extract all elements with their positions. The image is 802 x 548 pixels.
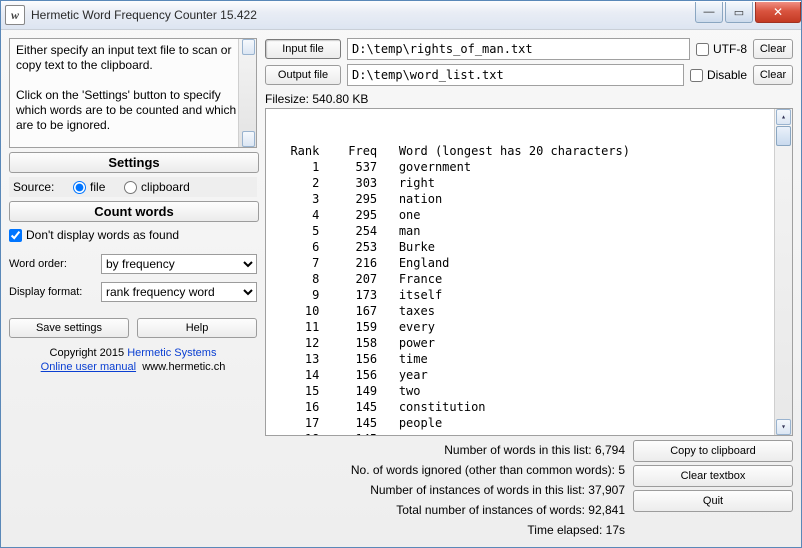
- titlebar[interactable]: w Hermetic Word Frequency Counter 15.422…: [1, 1, 801, 30]
- copy-clipboard-button[interactable]: Copy to clipboard: [633, 440, 793, 462]
- output-file-button[interactable]: Output file: [265, 65, 341, 85]
- close-button[interactable]: ✕: [755, 2, 801, 23]
- left-footer: Copyright 2015 Hermetic Systems Online u…: [9, 346, 257, 374]
- source-file-radio-input[interactable]: [73, 181, 86, 194]
- source-clipboard-radio-input[interactable]: [124, 181, 137, 194]
- clear-output-button[interactable]: Clear: [753, 65, 793, 85]
- display-format-label: Display format:: [9, 286, 95, 298]
- action-buttons: Copy to clipboard Clear textbox Quit: [633, 440, 793, 540]
- clear-input-button[interactable]: Clear: [753, 39, 793, 59]
- clear-textbox-button[interactable]: Clear textbox: [633, 465, 793, 487]
- output-scrollbar[interactable]: ▴ ▾: [774, 109, 792, 435]
- scroll-up-icon[interactable]: ▴: [776, 109, 791, 125]
- info-textbox[interactable]: Either specify an input text file to sca…: [9, 38, 257, 148]
- help-button[interactable]: Help: [137, 318, 257, 338]
- source-panel: Source: file clipboard: [9, 177, 257, 197]
- display-format-select[interactable]: rank frequency word: [101, 282, 257, 302]
- word-order-label: Word order:: [9, 258, 95, 270]
- info-text-1: Either specify an input text file to sca…: [16, 43, 231, 72]
- stat-word-count: Number of words in this list: 6,794: [265, 440, 625, 460]
- right-column: Input file UTF-8 Clear Output file Disab…: [265, 38, 793, 540]
- word-order-select[interactable]: by frequency: [101, 254, 257, 274]
- output-content: Rank Freq Word (longest has 20 character…: [266, 137, 792, 436]
- scroll-thumb[interactable]: [776, 126, 791, 146]
- minimize-button[interactable]: —: [695, 2, 723, 23]
- info-text-2: Click on the 'Settings' button to specif…: [16, 88, 236, 132]
- source-file-radio[interactable]: file: [73, 180, 105, 194]
- site-text: www.hermetic.ch: [142, 361, 225, 373]
- maximize-button[interactable]: ▭: [725, 2, 753, 23]
- company-link[interactable]: Hermetic Systems: [127, 347, 216, 359]
- stat-elapsed: Time elapsed: 17s: [265, 520, 625, 540]
- stats-labels: Number of words in this list: 6,794 No. …: [265, 440, 625, 540]
- input-path-field[interactable]: [347, 38, 690, 60]
- settings-button[interactable]: Settings: [9, 152, 259, 173]
- utf8-checkbox[interactable]: UTF-8: [696, 42, 747, 56]
- app-window: w Hermetic Word Frequency Counter 15.422…: [0, 0, 802, 548]
- output-path-field[interactable]: [347, 64, 684, 86]
- disable-checkbox[interactable]: Disable: [690, 68, 747, 82]
- stats-row: Number of words in this list: 6,794 No. …: [265, 440, 793, 540]
- stat-ignored: No. of words ignored (other than common …: [265, 460, 625, 480]
- quit-button[interactable]: Quit: [633, 490, 793, 512]
- source-clipboard-radio[interactable]: clipboard: [124, 180, 190, 194]
- app-icon: w: [5, 5, 25, 25]
- input-file-button[interactable]: Input file: [265, 39, 341, 59]
- stat-instances-list: Number of instances of words in this lis…: [265, 480, 625, 500]
- display-format-row: Display format: rank frequency word: [9, 282, 257, 302]
- bottom-buttons: Save settings Help: [9, 318, 257, 338]
- stat-instances-total: Total number of instances of words: 92,8…: [265, 500, 625, 520]
- window-title: Hermetic Word Frequency Counter 15.422: [31, 8, 693, 22]
- count-words-button[interactable]: Count words: [9, 201, 259, 222]
- manual-link[interactable]: Online user manual: [41, 361, 136, 373]
- info-scrollbar[interactable]: [238, 39, 256, 147]
- source-label: Source:: [13, 180, 54, 194]
- filesize-label: Filesize: 540.80 KB: [265, 92, 793, 106]
- scroll-down-icon[interactable]: ▾: [776, 419, 791, 435]
- left-column: Either specify an input text file to sca…: [9, 38, 257, 540]
- output-textbox[interactable]: Rank Freq Word (longest has 20 character…: [265, 108, 793, 436]
- save-settings-button[interactable]: Save settings: [9, 318, 129, 338]
- word-order-row: Word order: by frequency: [9, 254, 257, 274]
- dont-display-checkbox-input[interactable]: [9, 229, 22, 242]
- dont-display-checkbox[interactable]: Don't display words as found: [9, 226, 257, 244]
- window-body: Either specify an input text file to sca…: [1, 30, 801, 544]
